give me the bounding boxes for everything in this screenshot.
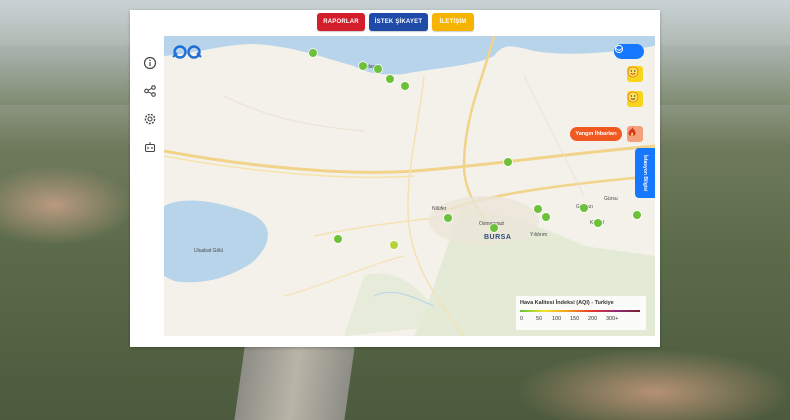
top-navigation: RAPORLAR İSTEK ŞİKAYET İLETİŞİM	[130, 10, 660, 36]
legend-tick: 150	[570, 316, 580, 322]
legend-tick: 50	[536, 316, 543, 322]
share-icon[interactable]	[143, 84, 157, 98]
station-marker[interactable]	[542, 213, 550, 221]
station-marker[interactable]	[504, 158, 512, 166]
station-marker[interactable]	[534, 205, 542, 213]
station-marker[interactable]	[359, 62, 367, 70]
station-info-tab[interactable]: İstasyon Bilgisi	[635, 148, 655, 198]
background-highway	[234, 340, 356, 420]
happy-face-icon[interactable]	[627, 66, 643, 82]
map-label: Yıldırım	[530, 232, 548, 238]
station-marker[interactable]	[309, 49, 317, 57]
app-logo	[172, 44, 202, 60]
robot-icon[interactable]	[143, 140, 157, 154]
map-label: Gürsu	[604, 196, 618, 202]
background-dirt-road	[0, 165, 135, 245]
station-marker[interactable]	[401, 82, 409, 90]
station-marker[interactable]	[633, 211, 641, 219]
station-marker[interactable]	[390, 241, 398, 249]
app-panel: RAPORLAR İSTEK ŞİKAYET İLETİŞİM Mudanya …	[130, 10, 660, 347]
background-dirt-road-2	[520, 350, 790, 420]
station-marker[interactable]	[334, 235, 342, 243]
legend-tick: 200	[588, 316, 598, 322]
map-base	[164, 36, 655, 336]
legend-ticks: 0 50 100 150 200 300+	[520, 316, 644, 324]
contact-button[interactable]: İLETİŞİM	[432, 13, 474, 31]
info-icon[interactable]	[143, 56, 157, 70]
aqi-legend: Hava Kalitesi İndeksi (AQI) - Turkiye 0 …	[516, 296, 646, 330]
legend-tick: 0	[520, 316, 524, 322]
station-marker[interactable]	[444, 214, 452, 222]
legend-tick: 100	[552, 316, 562, 322]
station-marker[interactable]	[386, 75, 394, 83]
smile-face-icon[interactable]	[627, 91, 643, 107]
fire-icon[interactable]	[627, 126, 643, 142]
settings-icon[interactable]	[143, 112, 157, 126]
station-marker[interactable]	[374, 65, 382, 73]
map-view[interactable]: Mudanya Nilüfer Osmangazi BURSA Yıldırım…	[164, 36, 655, 336]
legend-color-bar	[520, 310, 640, 312]
legend-title: Hava Kalitesi İndeksi (AQI) - Turkiye	[520, 300, 614, 306]
map-label: BURSA	[484, 234, 512, 241]
request-complaint-button[interactable]: İSTEK ŞİKAYET	[369, 13, 428, 31]
station-marker[interactable]	[580, 204, 588, 212]
map-label: Uluabat Gölü	[194, 248, 224, 254]
fire-reports-label[interactable]: Yangın İhbarları	[570, 127, 622, 141]
station-marker[interactable]	[490, 224, 498, 232]
reports-button[interactable]: RAPORLAR	[317, 13, 365, 31]
station-info-tab-label: İstasyon Bilgisi	[642, 154, 648, 192]
layers-icon	[614, 44, 624, 54]
layers-button[interactable]	[614, 44, 644, 59]
station-marker[interactable]	[594, 219, 602, 227]
legend-tick: 300+	[606, 316, 619, 322]
map-label: Nilüfer	[432, 206, 447, 212]
